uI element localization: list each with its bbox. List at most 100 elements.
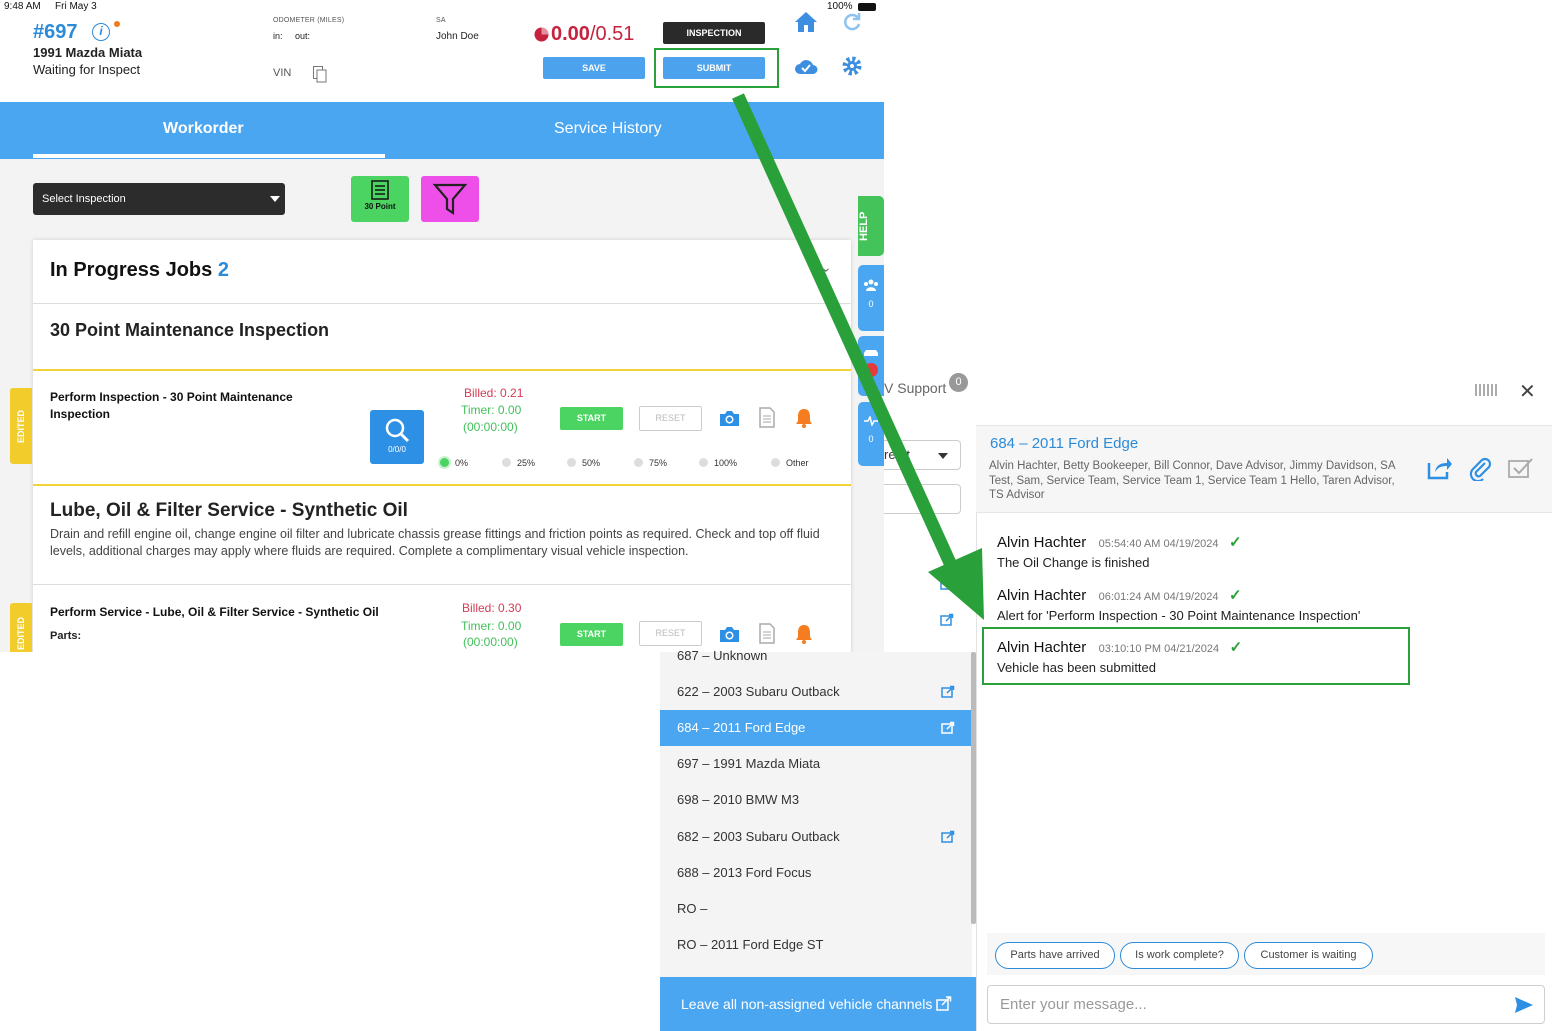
leave-channels-label: Leave all non-assigned vehicle channels [681, 996, 933, 1012]
quick-reply-chip[interactable]: Is work complete? [1120, 942, 1239, 969]
drag-handle-icon[interactable] [1475, 384, 1499, 396]
channel-item[interactable]: RO – 2011 Ford Edge ST [660, 927, 972, 963]
odometer-label: ODOMETER (MILES) [273, 17, 345, 24]
message-time: 06:01:24 AM 04/19/2024 [1098, 591, 1219, 603]
share-icon[interactable] [941, 721, 955, 734]
team-side-button[interactable]: 0 [858, 265, 884, 331]
percent-other[interactable]: Other [771, 458, 809, 468]
support-badge: 0 [949, 373, 968, 392]
pulse-icon [864, 414, 878, 428]
collapse-chevron-icon[interactable]: ‹ [816, 268, 832, 273]
send-icon[interactable] [1514, 996, 1534, 1014]
inspection-button[interactable]: INSPECTION [663, 22, 765, 44]
check-icon: ✓ [1229, 639, 1243, 656]
gear-icon[interactable] [841, 55, 863, 77]
channel-item[interactable]: 698 – 2010 BMW M3 [660, 782, 972, 818]
activity-side-button[interactable]: 0 [858, 402, 884, 466]
status-date: Fri May 3 [55, 1, 97, 12]
help-button[interactable]: HELP [858, 196, 884, 256]
copy-icon[interactable] [313, 66, 327, 83]
info-icon[interactable]: i [92, 23, 110, 41]
odometer-in[interactable]: in: [273, 31, 283, 41]
channel-item[interactable]: 688 – 2013 Ford Focus [660, 855, 972, 891]
edited-tag: EDITED [10, 388, 32, 464]
home-icon[interactable] [794, 11, 818, 33]
car-icon [864, 350, 878, 356]
quick-reply-chip[interactable]: Customer is waiting [1244, 942, 1373, 969]
sa-name: John Doe [436, 31, 479, 42]
percent-other-label: Other [786, 458, 809, 468]
percent-50[interactable]: 50% [567, 458, 600, 468]
channel-filter-select[interactable]: re nt [884, 440, 961, 470]
channel-item[interactable]: RO – [660, 891, 972, 927]
radio-icon [502, 458, 511, 467]
share-icon [936, 996, 952, 1011]
30-point-button[interactable]: 30 Point [351, 176, 409, 222]
save-button[interactable]: SAVE [543, 57, 645, 79]
message-text: Alert for 'Perform Inspection - 30 Point… [997, 608, 1361, 623]
percent-25[interactable]: 25% [502, 458, 535, 468]
camera-icon[interactable] [719, 409, 740, 427]
document-icon[interactable] [759, 407, 775, 428]
billed-label: Billed: 0.30 [462, 601, 522, 615]
share-icon[interactable] [940, 577, 954, 590]
channel-item[interactable]: 682 – 2003 Subaru Outback [660, 819, 972, 855]
share-icon[interactable] [940, 613, 954, 626]
share-icon[interactable] [941, 685, 955, 698]
start-button[interactable]: START [560, 623, 623, 646]
billed-value: 0.00 [551, 23, 590, 45]
car-side-button[interactable] [858, 336, 884, 396]
parts-label: Parts: [50, 630, 82, 642]
section-divider [33, 369, 851, 371]
radio-icon [440, 458, 449, 467]
message-author: Alvin Hachter [997, 534, 1087, 551]
channel-list-scrollbar[interactable] [971, 652, 976, 924]
paperclip-icon[interactable] [1467, 455, 1493, 481]
cloud-check-icon[interactable] [794, 57, 818, 75]
notification-dot [114, 21, 120, 27]
start-button[interactable]: START [560, 407, 623, 430]
radio-icon [567, 458, 576, 467]
channel-title[interactable]: 684 – 2011 Ford Edge [990, 435, 1138, 452]
channel-item[interactable]: 687 – Unknown [660, 638, 972, 664]
quick-reply-chip[interactable]: Parts have arrived [995, 942, 1115, 969]
mark-read-icon[interactable] [1507, 457, 1534, 479]
pie-chart-icon [534, 27, 549, 42]
ro-number: #697 [33, 21, 78, 43]
percent-100[interactable]: 100% [699, 458, 737, 468]
share-icon[interactable] [941, 830, 955, 843]
refresh-icon[interactable] [842, 12, 862, 32]
battery-level: 100% [827, 1, 853, 12]
message-text: Vehicle has been submitted [997, 660, 1156, 675]
vehicle-name: 1991 Mazda Miata [33, 45, 143, 60]
bell-icon[interactable] [795, 408, 813, 428]
odometer-out[interactable]: out: [295, 31, 310, 41]
support-label: V Support [884, 380, 947, 396]
percent-50-label: 50% [582, 458, 601, 468]
channel-filter-value: re nt [884, 447, 911, 462]
activity-count: 0 [868, 434, 874, 444]
percent-0[interactable]: 0% [440, 458, 468, 468]
job-title: Perform Inspection - 30 Point Maintenanc… [50, 390, 293, 421]
tab-bar [0, 102, 884, 159]
section-divider [33, 484, 851, 486]
search-count: 0/0/0 [388, 445, 406, 454]
channel-item-selected[interactable]: 684 – 2011 Ford Edge [660, 710, 972, 746]
filter-button[interactable] [421, 176, 479, 222]
inspection-search-button[interactable]: 0/0/0 [370, 410, 424, 464]
in-progress-count: 2 [217, 259, 229, 281]
percent-75-label: 75% [649, 458, 668, 468]
leave-channels-button[interactable]: Leave all non-assigned vehicle channels [660, 977, 976, 1031]
message-input[interactable]: Enter your message... [987, 985, 1545, 1024]
tab-workorder[interactable]: Workorder [163, 120, 244, 138]
close-icon[interactable]: ✕ [1519, 379, 1536, 404]
reset-button[interactable]: RESET [639, 406, 702, 431]
percent-75[interactable]: 75% [634, 458, 667, 468]
inspection-select[interactable]: Select Inspection [33, 183, 285, 215]
share-icon[interactable] [1426, 455, 1453, 480]
channel-item[interactable]: 697 – 1991 Mazda Miata [660, 746, 972, 782]
channel-item[interactable]: 622 – 2003 Subaru Outback [660, 674, 972, 710]
tab-service-history[interactable]: Service History [554, 120, 662, 138]
check-icon: ✓ [1229, 587, 1242, 604]
channel-search-input[interactable] [884, 484, 961, 514]
